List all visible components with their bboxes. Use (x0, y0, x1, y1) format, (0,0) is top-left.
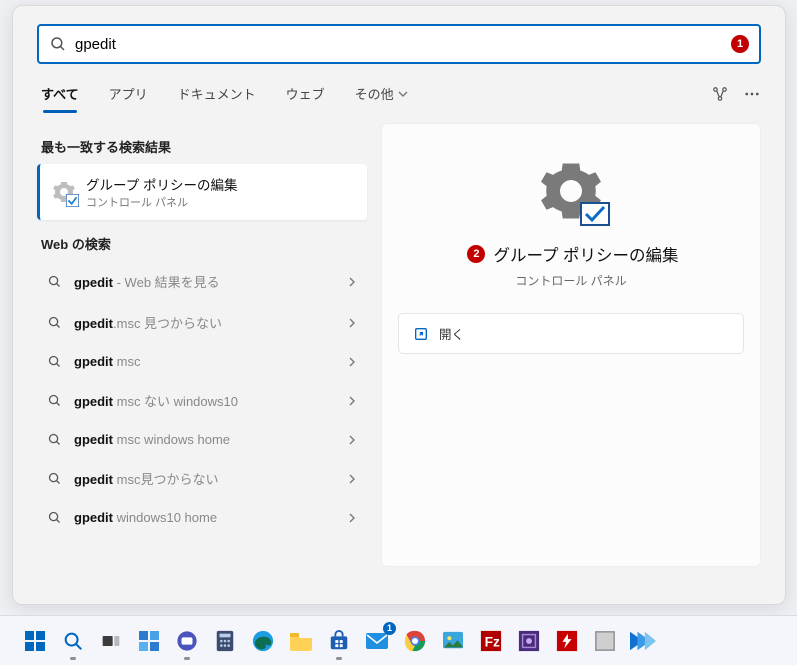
search-input[interactable] (67, 36, 727, 53)
chevron-right-icon (347, 318, 357, 328)
open-external-icon (413, 326, 429, 342)
edge-button[interactable] (248, 626, 278, 656)
web-result-label: gpedit msc (74, 354, 140, 369)
edge-icon (252, 630, 274, 652)
explorer-button[interactable] (286, 626, 316, 656)
search-icon (47, 432, 62, 447)
annotation-badge-2: 2 (467, 245, 485, 263)
calculator-button[interactable] (210, 626, 240, 656)
more-icon[interactable] (743, 85, 761, 103)
check-overlay-large-icon (580, 202, 610, 226)
mail-badge: 1 (383, 622, 396, 635)
web-result-item[interactable]: gpedit.msc 見つからない (37, 302, 367, 343)
web-result-label: gpedit msc ない windows10 (74, 391, 238, 410)
chevron-right-icon (347, 396, 357, 406)
web-result-label: gpedit msc windows home (74, 432, 230, 447)
web-result-label: gpedit.msc 見つからない (74, 313, 222, 332)
annotation-badge-1: 1 (731, 35, 749, 53)
web-result-label: gpedit windows10 home (74, 510, 217, 525)
paint-button[interactable] (438, 626, 468, 656)
best-match-title: グループ ポリシーの編集 (86, 174, 237, 194)
chevron-down-icon (398, 89, 408, 99)
app-red-bolt-button[interactable] (552, 626, 582, 656)
best-match-item[interactable]: グループ ポリシーの編集 コントロール パネル (37, 164, 367, 220)
best-match-header: 最も一致する検索結果 (41, 137, 367, 156)
flow-arrow-icon (630, 631, 656, 651)
app-purple-button[interactable] (514, 626, 544, 656)
folder-icon (289, 631, 313, 651)
search-icon (47, 274, 62, 289)
bolt-icon (556, 630, 578, 652)
web-result-item[interactable]: gpedit - Web 結果を見る (37, 261, 367, 302)
gray-square-icon (594, 630, 616, 652)
mail-button[interactable]: 1 (362, 626, 392, 656)
gear-check-large-icon (538, 158, 604, 224)
windows-logo-icon (24, 630, 46, 652)
chrome-icon (404, 630, 426, 652)
open-button[interactable]: 開く (398, 313, 744, 354)
check-overlay-icon (66, 194, 79, 207)
tab-web[interactable]: ウェブ (282, 74, 329, 113)
preview-subtitle: コントロール パネル (515, 272, 626, 289)
results-left-column: 最も一致する検索結果 グループ ポリシーの編集 コントロール パネル Web の… (37, 123, 367, 567)
chrome-button[interactable] (400, 626, 430, 656)
web-search-header: Web の検索 (41, 234, 367, 253)
search-window: 1 すべて アプリ ドキュメント ウェブ その他 最も一致する検索結果 (12, 5, 786, 605)
task-view-button[interactable] (96, 626, 126, 656)
search-icon (47, 471, 62, 486)
flow-icon[interactable] (711, 85, 729, 103)
web-result-item[interactable]: gpedit windows10 home (37, 499, 367, 536)
app-gray-square-button[interactable] (590, 626, 620, 656)
store-button[interactable] (324, 626, 354, 656)
search-icon (47, 315, 62, 330)
calculator-icon (215, 630, 235, 652)
start-button[interactable] (20, 626, 50, 656)
widgets-button[interactable] (134, 626, 164, 656)
power-automate-button[interactable] (628, 626, 658, 656)
chevron-right-icon (347, 474, 357, 484)
tab-all[interactable]: すべて (37, 74, 83, 113)
store-icon (328, 630, 350, 652)
purple-square-icon (518, 630, 540, 652)
search-icon (49, 35, 67, 53)
chat-icon (176, 630, 198, 652)
web-results-list: gpedit - Web 結果を見る gpedit.msc 見つからない gpe… (37, 261, 367, 536)
web-result-item[interactable]: gpedit msc ない windows10 (37, 380, 367, 421)
web-result-item[interactable]: gpedit msc (37, 343, 367, 380)
filezilla-button[interactable]: Fz (476, 626, 506, 656)
web-result-item[interactable]: gpedit msc見つからない (37, 458, 367, 499)
preview-pane: 2 グループ ポリシーの編集 コントロール パネル 開く (381, 123, 761, 567)
web-result-label: gpedit - Web 結果を見る (74, 272, 220, 291)
chevron-right-icon (347, 277, 357, 287)
gear-check-icon (52, 180, 76, 204)
teams-button[interactable] (172, 626, 202, 656)
search-icon (47, 510, 62, 525)
chevron-right-icon (347, 435, 357, 445)
filezilla-icon: Fz (480, 630, 502, 652)
search-icon (62, 630, 84, 652)
preview-title: グループ ポリシーの編集 (493, 242, 678, 266)
search-taskbar-button[interactable] (58, 626, 88, 656)
search-icon (47, 393, 62, 408)
svg-text:Fz: Fz (485, 634, 500, 649)
web-result-item[interactable]: gpedit msc windows home (37, 421, 367, 458)
web-result-label: gpedit msc見つからない (74, 469, 218, 488)
search-icon (47, 354, 62, 369)
tab-more[interactable]: その他 (351, 74, 412, 113)
search-box[interactable]: 1 (37, 24, 761, 64)
best-match-subtitle: コントロール パネル (86, 194, 237, 210)
task-view-icon (101, 631, 121, 651)
open-label: 開く (439, 324, 464, 343)
picture-icon (442, 631, 464, 651)
widgets-icon (138, 630, 160, 652)
chevron-right-icon (347, 513, 357, 523)
chevron-right-icon (347, 357, 357, 367)
tabs-row: すべて アプリ ドキュメント ウェブ その他 (13, 64, 785, 113)
tab-documents[interactable]: ドキュメント (174, 74, 260, 113)
taskbar: 1 Fz (0, 615, 797, 665)
tab-apps[interactable]: アプリ (105, 74, 152, 113)
